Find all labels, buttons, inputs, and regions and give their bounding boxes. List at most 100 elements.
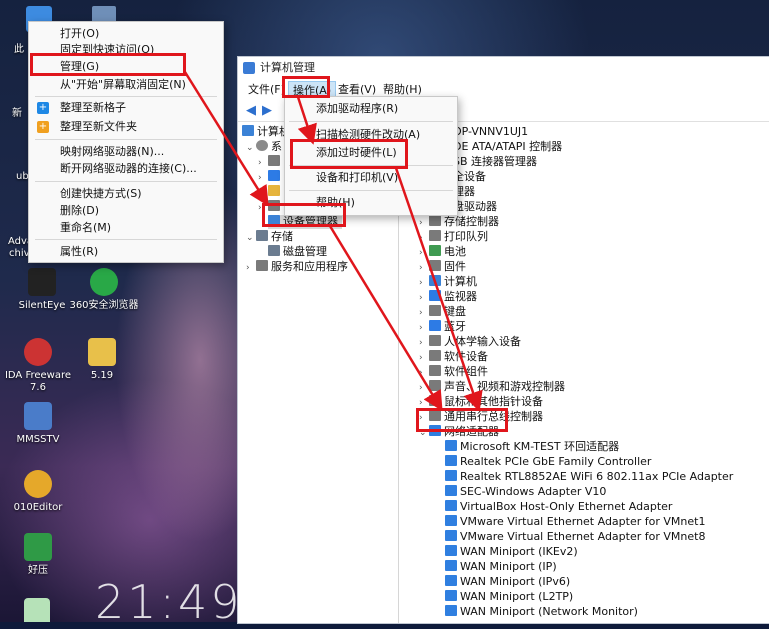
chevron-right-icon[interactable]: › bbox=[419, 261, 429, 275]
desktop-icon-mmsstv[interactable]: MMSSTV bbox=[2, 402, 74, 446]
device-category-print-queues[interactable]: › 打印队列 bbox=[419, 230, 488, 244]
network-adapter-item[interactable]: SEC-Windows Adapter V10 bbox=[445, 485, 606, 499]
network-adapter-icon bbox=[445, 485, 457, 496]
network-adapter-icon bbox=[445, 575, 457, 586]
device-category-hid[interactable]: › 人体学输入设备 bbox=[419, 335, 521, 349]
desktop-icon-360-browser[interactable]: 360安全浏览器 bbox=[68, 268, 140, 312]
device-category-mice[interactable]: › 鼠标和其他指针设备 bbox=[419, 395, 543, 409]
firmware-icon bbox=[429, 260, 441, 271]
menu-item-new-grid[interactable]: 整理至新格子 bbox=[29, 100, 223, 116]
tree-item-sub2[interactable]: › bbox=[258, 170, 283, 184]
menu-item-rename[interactable]: 重命名(M) bbox=[29, 220, 223, 236]
back-arrow-icon[interactable]: ◀ bbox=[244, 104, 258, 118]
task-scheduler-icon bbox=[268, 155, 280, 166]
device-category-sound[interactable]: › 声音、视频和游戏控制器 bbox=[419, 380, 565, 394]
network-adapter-item[interactable]: Realtek PCIe GbE Family Controller bbox=[445, 455, 651, 469]
device-category-computer[interactable]: › 计算机 bbox=[419, 275, 477, 289]
tree-item-sub3[interactable]: › bbox=[258, 185, 283, 199]
forward-arrow-icon[interactable]: ▶ bbox=[260, 104, 274, 118]
chevron-down-icon[interactable]: ⌄ bbox=[246, 141, 256, 155]
desktop-clock: 21:49 bbox=[95, 575, 243, 629]
chevron-right-icon[interactable]: › bbox=[419, 216, 429, 230]
menu-separator bbox=[35, 239, 217, 240]
device-category-battery[interactable]: › 电池 bbox=[419, 245, 466, 259]
chevron-right-icon[interactable]: › bbox=[419, 381, 429, 395]
chevron-right-icon[interactable]: › bbox=[419, 366, 429, 380]
menu-item-unpin-start[interactable]: 从"开始"屏幕取消固定(N) bbox=[29, 77, 223, 93]
device-category-software-devices[interactable]: › 软件设备 bbox=[419, 350, 488, 364]
menu-separator bbox=[35, 139, 217, 140]
device-category[interactable]: 盘驱动器 bbox=[453, 200, 497, 214]
network-adapter-icon bbox=[445, 470, 457, 481]
annotation-box-manage bbox=[30, 53, 186, 76]
network-adapter-icon bbox=[445, 590, 457, 601]
device-category-keyboards[interactable]: › 键盘 bbox=[419, 305, 466, 319]
chevron-right-icon[interactable]: › bbox=[419, 276, 429, 290]
annotation-box-device-manager bbox=[262, 203, 346, 227]
device-tree-computer-name[interactable]: OP-VNNV1UJ1 bbox=[453, 125, 528, 139]
shared-folders-icon bbox=[268, 185, 280, 196]
chevron-right-icon[interactable]: › bbox=[419, 351, 429, 365]
chevron-right-icon[interactable]: › bbox=[419, 291, 429, 305]
device-category[interactable]: DE ATA/ATAPI 控制器 bbox=[453, 140, 562, 154]
network-adapter-item[interactable]: WAN Miniport (IKEv2) bbox=[445, 545, 578, 559]
chevron-right-icon[interactable]: › bbox=[419, 306, 429, 320]
tree-item-sub1[interactable]: › bbox=[258, 155, 283, 169]
device-category-bluetooth[interactable]: › 蓝牙 bbox=[419, 320, 466, 334]
chevron-right-icon[interactable]: › bbox=[419, 231, 429, 245]
network-adapter-item[interactable]: VirtualBox Host-Only Ethernet Adapter bbox=[445, 500, 672, 514]
chevron-right-icon[interactable]: › bbox=[419, 321, 429, 335]
desktop-icon-ida[interactable]: IDA Freeware 7.6 bbox=[2, 338, 74, 394]
hid-icon bbox=[429, 335, 441, 346]
chevron-right-icon[interactable]: › bbox=[258, 171, 268, 185]
menu-item-properties[interactable]: 属性(R) bbox=[29, 244, 223, 260]
chevron-right-icon[interactable]: › bbox=[419, 246, 429, 260]
desktop-partial-label: 此 bbox=[14, 44, 24, 55]
device-category-storage-controllers[interactable]: › 存储控制器 bbox=[419, 215, 499, 229]
menu-item-new-folder[interactable]: 整理至新文件夹 bbox=[29, 119, 223, 135]
tree-item-storage[interactable]: ⌄ 存储 bbox=[246, 230, 293, 244]
browser-360-icon bbox=[90, 268, 118, 296]
device-category[interactable]: SB 连接器管理器 bbox=[453, 155, 537, 169]
menu-item-disconnect-network-drive[interactable]: 断开网络驱动器的连接(C)... bbox=[29, 161, 223, 177]
chevron-right-icon[interactable]: › bbox=[258, 186, 268, 200]
network-adapter-item[interactable]: Microsoft KM-TEST 环回适配器 bbox=[445, 440, 619, 454]
network-adapter-item[interactable]: WAN Miniport (L2TP) bbox=[445, 590, 573, 604]
menu-item-delete[interactable]: 删除(D) bbox=[29, 203, 223, 219]
tree-item-system-tools[interactable]: ⌄ 系 bbox=[246, 140, 282, 154]
tree-item-computer-management[interactable]: 计算机 bbox=[242, 125, 290, 139]
chevron-down-icon[interactable]: ⌄ bbox=[246, 231, 256, 245]
desktop-icon-partial[interactable] bbox=[24, 598, 50, 622]
network-adapter-item[interactable]: WAN Miniport (Network Monitor) bbox=[445, 605, 638, 619]
desktop-icon-folder-519[interactable]: 5.19 bbox=[66, 338, 138, 382]
chevron-right-icon[interactable]: › bbox=[246, 261, 256, 275]
network-adapter-item[interactable]: WAN Miniport (IPv6) bbox=[445, 575, 570, 589]
desktop-icon-010editor[interactable]: 010Editor bbox=[2, 470, 74, 514]
chevron-right-icon[interactable]: › bbox=[258, 156, 268, 170]
network-adapter-item[interactable]: Realtek RTL8852AE WiFi 6 802.11ax PCIe A… bbox=[445, 470, 733, 484]
network-adapter-item[interactable]: VMware Virtual Ethernet Adapter for VMne… bbox=[445, 515, 705, 529]
menu-item-create-shortcut[interactable]: 创建快捷方式(S) bbox=[29, 186, 223, 202]
tree-item-disk-management[interactable]: 磁盘管理 bbox=[268, 245, 327, 259]
device-category-software-components[interactable]: › 软件组件 bbox=[419, 365, 488, 379]
folder-icon bbox=[88, 338, 116, 366]
ida-icon bbox=[24, 338, 52, 366]
device-category-monitors[interactable]: › 监视器 bbox=[419, 290, 477, 304]
menu-item-map-network-drive[interactable]: 映射网络驱动器(N)... bbox=[29, 144, 223, 160]
annotation-box-action-menu bbox=[282, 76, 330, 98]
menu-separator bbox=[35, 96, 217, 97]
action-add-driver[interactable]: 添加驱动程序(R) bbox=[285, 101, 457, 117]
network-adapter-icon bbox=[445, 560, 457, 571]
device-category-firmware[interactable]: › 固件 bbox=[419, 260, 466, 274]
network-adapter-item[interactable]: VMware Virtual Ethernet Adapter for VMne… bbox=[445, 530, 705, 544]
network-adapter-icon bbox=[445, 500, 457, 511]
chevron-right-icon[interactable]: › bbox=[419, 336, 429, 350]
menu-item-open[interactable]: 打开(O) bbox=[29, 26, 223, 42]
tree-item-services-apps[interactable]: › 服务和应用程序 bbox=[246, 260, 348, 274]
desktop-icon-haozip[interactable]: 好压 bbox=[2, 533, 74, 577]
software-device-icon bbox=[429, 350, 441, 361]
action-devices-printers[interactable]: 设备和打印机(V) bbox=[285, 170, 457, 186]
window-title: 计算机管理 bbox=[260, 61, 315, 74]
network-adapter-icon bbox=[445, 455, 457, 466]
network-adapter-item[interactable]: WAN Miniport (IP) bbox=[445, 560, 557, 574]
